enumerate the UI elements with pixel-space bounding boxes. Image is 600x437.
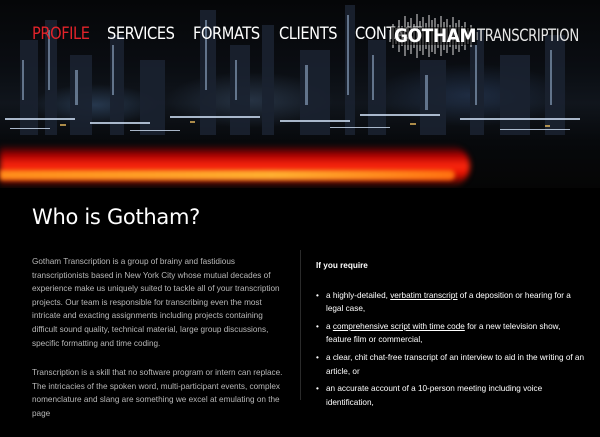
orange-light-streak <box>0 170 455 180</box>
list-item-text: a clear, chit chat-free transcript of an… <box>326 352 585 376</box>
main-nav: PROFILE SERVICES FORMATS CLIENTS CONTACT <box>32 24 424 44</box>
intro-column: Gotham Transcription is a group of brain… <box>32 255 284 437</box>
nav-item-formats[interactable]: FORMATS <box>193 24 260 44</box>
logo-word-transcription: TRANSCRIPTION <box>477 26 579 46</box>
requirements-column: If you require a highly-detailed, verbat… <box>316 259 586 413</box>
list-item: a clear, chit chat-free transcript of an… <box>316 351 586 378</box>
requirements-list: a highly-detailed, verbatim transcript o… <box>316 289 586 410</box>
list-item-text: an accurate account of a 10-person meeti… <box>326 384 543 407</box>
requirements-heading: If you require <box>316 261 368 270</box>
intro-paragraph-1: Gotham Transcription is a group of brain… <box>32 257 280 348</box>
list-item-text: a highly-detailed, <box>326 290 391 300</box>
script-with-time-code-link[interactable]: comprehensive script with time code <box>333 322 465 331</box>
list-item: a highly-detailed, verbatim transcript o… <box>316 289 586 316</box>
nav-item-clients[interactable]: CLIENTS <box>279 24 337 44</box>
logo-word-gotham: GOTHAM <box>394 25 477 47</box>
site-logo[interactable]: GOTHAM TRANSCRIPTION <box>388 12 579 60</box>
nav-item-profile[interactable]: PROFILE <box>32 24 90 44</box>
column-divider <box>300 250 301 400</box>
list-item-text: a <box>326 321 333 331</box>
page-title: Who is Gotham? <box>32 205 200 229</box>
intro-paragraph-2: Transcription is a skill that no softwar… <box>32 368 283 418</box>
list-item: an accurate account of a 10-person meeti… <box>316 382 586 409</box>
nav-item-services[interactable]: SERVICES <box>107 24 175 44</box>
red-light-streak <box>0 145 470 187</box>
verbatim-transcript-link[interactable]: verbatim transcript <box>390 291 457 300</box>
list-item: a comprehensive script with time code fo… <box>316 320 586 347</box>
